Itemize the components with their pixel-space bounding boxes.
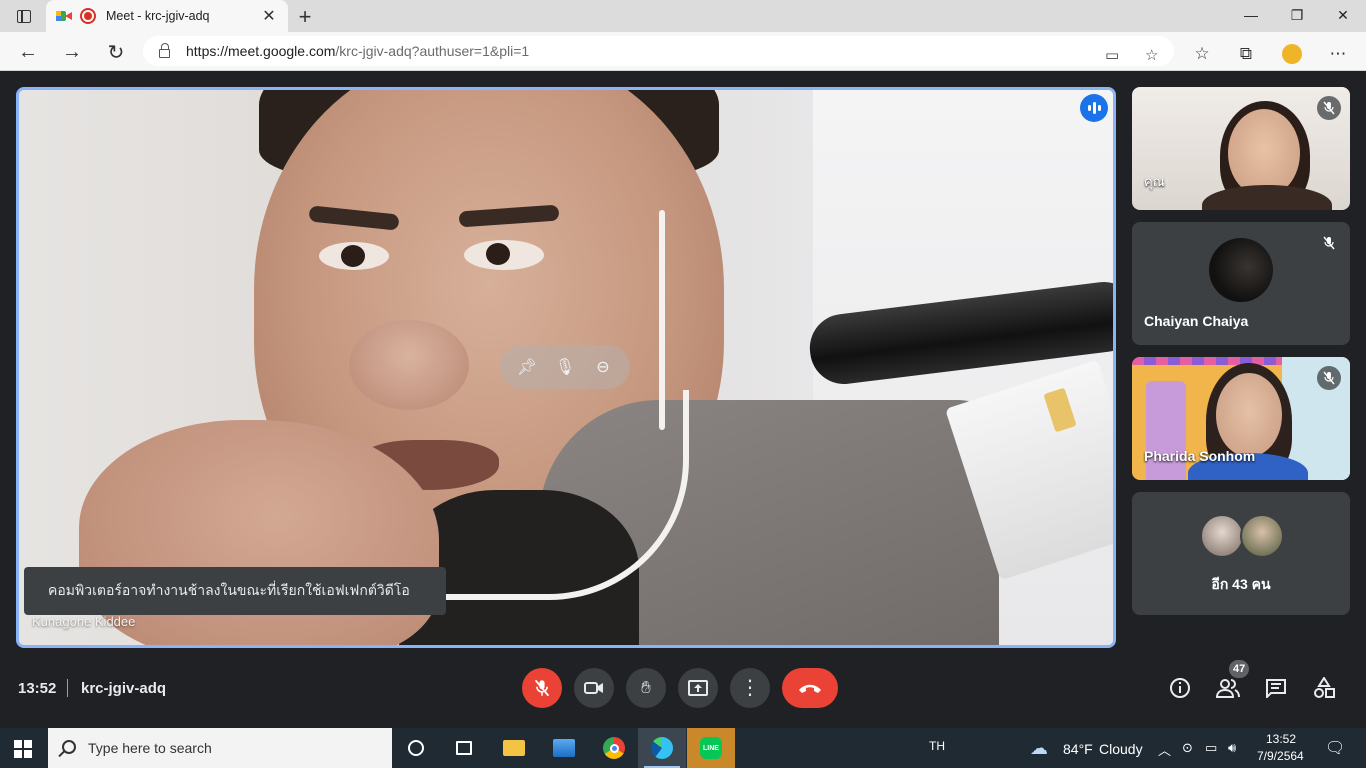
browser-toolbar: ← → ↻ https://meet.google.com/krc-jgiv-a… bbox=[0, 32, 1366, 71]
activities-icon bbox=[1314, 677, 1335, 698]
hand-icon: ✋︎ bbox=[641, 678, 651, 697]
mic-toggle-button[interactable] bbox=[522, 668, 562, 708]
battery-icon[interactable]: ▭ bbox=[1205, 740, 1217, 756]
taskbar-search-box[interactable]: Type here to search bbox=[48, 728, 392, 768]
participant-count-badge: 47 bbox=[1229, 660, 1250, 678]
more-vertical-icon: ⋮ bbox=[740, 677, 760, 699]
input-language-indicator[interactable]: TH bbox=[929, 739, 945, 753]
chat-button[interactable] bbox=[1262, 674, 1290, 702]
main-speaker-name: Kunagone Kiddee bbox=[32, 614, 136, 629]
forward-arrow-icon[interactable]: → bbox=[58, 38, 86, 66]
lock-icon[interactable] bbox=[159, 42, 170, 58]
close-window-icon[interactable]: ✕ bbox=[1320, 0, 1366, 30]
more-options-button[interactable]: ⋮ bbox=[730, 668, 770, 708]
leave-call-button[interactable] bbox=[782, 668, 838, 708]
camera-toggle-button[interactable] bbox=[574, 668, 614, 708]
present-screen-button[interactable] bbox=[678, 668, 718, 708]
pin-icon[interactable]: 📌︎ bbox=[514, 357, 540, 377]
recording-indicator-icon bbox=[80, 8, 96, 24]
search-placeholder: Type here to search bbox=[88, 740, 212, 756]
tab-title: Meet - krc-jgiv-adq bbox=[106, 9, 210, 23]
toast-text: คอมพิวเตอร์อาจทำงานช้าลงในขณะที่เรียกใช้… bbox=[48, 582, 410, 598]
more-participants-label: อีก 43 คน bbox=[1211, 576, 1271, 592]
chrome-icon[interactable] bbox=[590, 728, 638, 768]
task-view-icon[interactable] bbox=[440, 728, 488, 768]
participant-tile-pharida[interactable]: Pharida Sonhom bbox=[1132, 357, 1350, 480]
avatar bbox=[1209, 238, 1273, 302]
muted-mic-icon bbox=[1317, 366, 1341, 390]
address-bar[interactable]: https://meet.google.com/krc-jgiv-adq?aut… bbox=[143, 36, 1174, 66]
meeting-time: 13:52 bbox=[18, 680, 57, 697]
tile-name: คุณ bbox=[1144, 174, 1165, 189]
meeting-control-bar: 13:52 krc-jgiv-adq ✋︎ ⋮ 47 bbox=[0, 656, 1366, 728]
url-path: /krc-jgiv-adq?authuser=1&pli=1 bbox=[335, 43, 530, 59]
windows-taskbar: Type here to search LINE TH ☁ 84°F Cloud… bbox=[0, 728, 1366, 768]
volume-icon[interactable]: 🔊︎ bbox=[1228, 740, 1236, 756]
end-call-icon bbox=[799, 684, 821, 693]
restore-window-icon[interactable]: ❐ bbox=[1274, 0, 1320, 30]
info-icon bbox=[1170, 678, 1190, 698]
camera-icon bbox=[584, 682, 603, 694]
google-meet-logo-icon bbox=[56, 9, 72, 23]
speaking-indicator-icon bbox=[1080, 94, 1108, 122]
close-tab-icon[interactable]: ✕ bbox=[260, 6, 278, 26]
line-app-icon[interactable]: LINE bbox=[687, 728, 735, 768]
performance-warning-toast: คอมพิวเตอร์อาจทำงานช้าลงในขณะที่เรียกใช้… bbox=[24, 567, 446, 615]
search-icon bbox=[62, 740, 76, 754]
camera-in-use-icon[interactable]: ⊙ bbox=[1182, 740, 1193, 756]
tile-name: Chaiyan Chaiya bbox=[1144, 313, 1249, 329]
weather-temperature[interactable]: 84°F bbox=[1063, 741, 1093, 757]
participant-tile-chaiyan[interactable]: Chaiyan Chaiya bbox=[1132, 222, 1350, 345]
meeting-code: krc-jgiv-adq bbox=[81, 680, 167, 697]
mic-off-icon bbox=[534, 679, 550, 697]
divider bbox=[67, 679, 68, 697]
profile-avatar-icon[interactable] bbox=[1278, 40, 1306, 68]
taskbar-clock-date[interactable]: 7/9/2564 bbox=[1257, 749, 1304, 763]
browser-tab-meet[interactable]: Meet - krc-jgiv-adq ✕ bbox=[46, 0, 288, 32]
present-icon bbox=[688, 680, 708, 696]
edge-browser-icon[interactable] bbox=[638, 728, 686, 768]
favorites-icon[interactable]: ☆ bbox=[1188, 40, 1216, 68]
new-tab-icon[interactable]: + bbox=[294, 4, 316, 30]
show-hidden-icons-chevron-icon[interactable]: ︿ bbox=[1158, 740, 1171, 759]
tile-hover-controls: 📌︎ 🎙︎ ⊖ bbox=[500, 345, 630, 389]
notification-center-icon[interactable]: 🗨︎ bbox=[1325, 738, 1345, 758]
camera-permission-icon[interactable]: ▭ bbox=[1105, 46, 1119, 64]
muted-mic-icon bbox=[1317, 231, 1341, 255]
taskbar-clock-time[interactable]: 13:52 bbox=[1266, 732, 1296, 746]
url-host: https://meet.google.com bbox=[186, 43, 336, 59]
participants-button[interactable] bbox=[1214, 674, 1242, 702]
tab-actions-icon[interactable] bbox=[10, 6, 38, 26]
avatar bbox=[1200, 514, 1244, 558]
file-explorer-icon[interactable] bbox=[490, 728, 538, 768]
more-menu-icon[interactable]: ⋯ bbox=[1324, 40, 1352, 68]
weather-description[interactable]: Cloudy bbox=[1099, 741, 1143, 757]
raise-hand-button[interactable]: ✋︎ bbox=[626, 668, 666, 708]
muted-mic-icon bbox=[1317, 96, 1341, 120]
cortana-icon[interactable] bbox=[392, 728, 440, 768]
participant-tile-others[interactable]: อีก 43 คน bbox=[1132, 492, 1350, 615]
windows-start-icon[interactable] bbox=[14, 740, 32, 758]
reload-icon[interactable]: ↻ bbox=[102, 38, 130, 66]
activities-button[interactable] bbox=[1310, 674, 1338, 702]
collections-icon[interactable]: ⧉ bbox=[1232, 40, 1260, 68]
remove-participant-icon[interactable]: ⊖ bbox=[590, 357, 616, 377]
mute-participant-icon[interactable]: 🎙︎ bbox=[552, 357, 578, 377]
participant-tile-self[interactable]: คุณ bbox=[1132, 87, 1350, 210]
minimize-window-icon[interactable]: ― bbox=[1228, 0, 1274, 30]
tile-name: Pharida Sonhom bbox=[1144, 448, 1256, 464]
photos-app-icon[interactable] bbox=[540, 728, 588, 768]
chat-icon bbox=[1266, 679, 1286, 698]
meeting-details-button[interactable] bbox=[1166, 674, 1194, 702]
avatar bbox=[1240, 514, 1284, 558]
back-arrow-icon[interactable]: ← bbox=[14, 38, 42, 66]
browser-tab-strip: Meet - krc-jgiv-adq ✕ + ― ❐ ✕ bbox=[0, 0, 1366, 32]
people-icon bbox=[1216, 679, 1240, 698]
add-favorite-icon[interactable]: ☆ bbox=[1145, 46, 1158, 64]
cloud-weather-icon[interactable]: ☁ bbox=[1030, 738, 1048, 759]
